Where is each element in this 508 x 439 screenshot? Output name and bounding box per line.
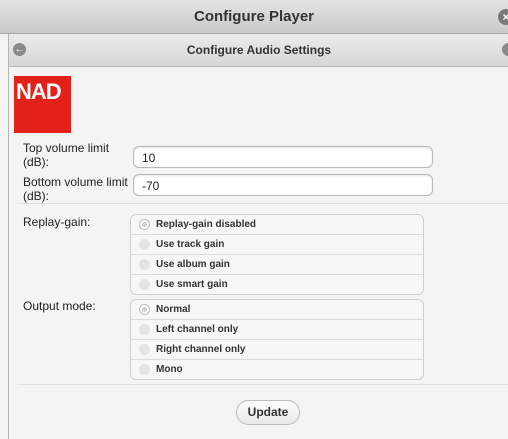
window-title: Configure Player [193, 8, 315, 25]
replay-gain-radio-group: Replay-gain disabled Use track gain Use … [130, 214, 424, 295]
radio-option-use-smart-gain[interactable]: Use smart gain [131, 275, 423, 294]
output-mode-label: Output mode: [23, 299, 96, 313]
radio-option-mono[interactable]: Mono [131, 360, 423, 379]
radio-icon [139, 364, 150, 375]
radio-selected-icon [139, 219, 150, 230]
radio-option-left-channel-only[interactable]: Left channel only [131, 320, 423, 340]
top-volume-input[interactable]: 10 [133, 146, 433, 168]
radio-option-use-track-gain[interactable]: Use track gain [131, 235, 423, 255]
top-volume-label: Top volume limit (dB): [23, 141, 110, 169]
radio-icon [139, 259, 150, 270]
radio-icon [139, 324, 150, 335]
radio-selected-icon [139, 304, 150, 315]
dialog-frame: ← Configure Audio Settings NAD Top volum… [8, 34, 508, 439]
divider [17, 384, 508, 385]
radio-icon [139, 344, 150, 355]
radio-option-normal[interactable]: Normal [131, 300, 423, 320]
dialog-title: Configure Audio Settings [186, 43, 332, 57]
nad-logo: NAD [14, 76, 71, 133]
radio-option-use-album-gain[interactable]: Use album gain [131, 255, 423, 275]
radio-icon [139, 279, 150, 290]
bottom-volume-label: Bottom volume limit (dB): [23, 175, 128, 203]
radio-icon [139, 239, 150, 250]
output-mode-radio-group: Normal Left channel only Right channel o… [130, 299, 424, 380]
replay-gain-label: Replay-gain: [23, 215, 91, 229]
update-button[interactable]: Update [236, 400, 300, 425]
close-icon[interactable]: × [498, 9, 508, 25]
circle-icon[interactable] [502, 43, 508, 56]
radio-option-right-channel-only[interactable]: Right channel only [131, 340, 423, 360]
window-titlebar: Configure Player × [0, 0, 508, 34]
divider [17, 203, 508, 204]
bottom-volume-input[interactable]: -70 [133, 174, 433, 196]
radio-option-replay-gain-disabled[interactable]: Replay-gain disabled [131, 215, 423, 235]
dialog-header: ← Configure Audio Settings [9, 34, 508, 67]
